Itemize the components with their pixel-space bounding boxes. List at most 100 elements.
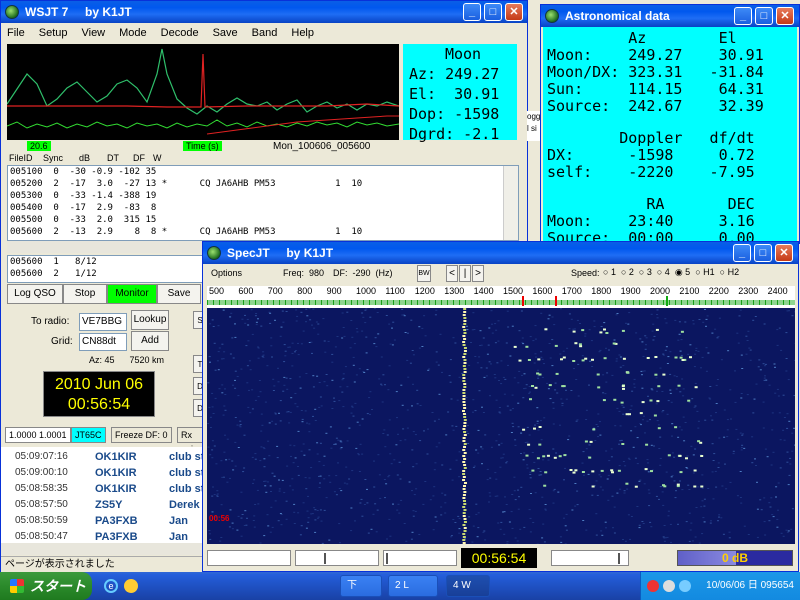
- speed-label: Speed:: [571, 268, 600, 278]
- right-button[interactable]: >: [472, 265, 484, 282]
- log-row[interactable]: 05:08:50:47 PA3FXB Jan: [1, 531, 207, 543]
- slider-4[interactable]: [551, 550, 629, 566]
- log-note: Derek: [169, 499, 200, 511]
- log-row[interactable]: 05:09:07:16 OK1KIR club st: [1, 451, 207, 467]
- scale-marker: [666, 296, 668, 306]
- speed-radio-2[interactable]: ○ 2: [621, 267, 634, 278]
- grid-input[interactable]: CN88dt: [79, 333, 127, 351]
- decode-header: FileID Sync dB DT DF W: [9, 153, 209, 165]
- scale-label: 2000: [650, 286, 671, 296]
- ie-quicklaunch-icon[interactable]: e: [104, 579, 118, 593]
- center-button[interactable]: |: [459, 265, 471, 282]
- decode-line[interactable]: 005200 2 -17 3.0 -27 13 * CQ JA6AHB PM53…: [10, 178, 518, 190]
- db-meter: 0 dB: [677, 550, 793, 566]
- specjt-toolbar: Options Freq: 980 DF: -290 (Hz) BW < | >…: [203, 264, 798, 284]
- header-df: DF: [133, 153, 145, 163]
- messenger-quicklaunch-icon[interactable]: [124, 579, 138, 593]
- decode-line[interactable]: 005500 0 -33 2.0 315 15: [10, 214, 518, 226]
- stop-button[interactable]: Stop: [63, 284, 107, 304]
- taskbar-item-1[interactable]: 下: [340, 575, 382, 597]
- menu-file[interactable]: File: [7, 27, 25, 39]
- monitor-button[interactable]: Monitor: [107, 284, 157, 304]
- close-icon[interactable]: ✕: [775, 244, 793, 262]
- menu-mode[interactable]: Mode: [119, 27, 147, 39]
- log-row[interactable]: 05:08:58:35 OK1KIR club st: [1, 483, 207, 499]
- minimize-icon[interactable]: _: [463, 3, 481, 21]
- taskbar-item-2[interactable]: 2 L: [388, 575, 438, 597]
- astro-titlebar[interactable]: Astronomical data _ □ ✕: [541, 5, 799, 27]
- speed-radio-4[interactable]: ○ 4: [657, 267, 670, 278]
- tray-icon[interactable]: [647, 580, 659, 592]
- log-qso-button[interactable]: Log QSO: [7, 284, 63, 304]
- scale-label: 2400: [767, 286, 788, 296]
- speed-radio-h2[interactable]: ○ H2: [720, 267, 739, 278]
- decode-line[interactable]: 005300 0 -33 -1.4 -388 19: [10, 190, 518, 202]
- lookup-button[interactable]: Lookup: [131, 310, 169, 330]
- to-radio-input[interactable]: VE7BBG: [79, 313, 127, 331]
- scale-label: 900: [326, 286, 342, 296]
- bw-button[interactable]: BW: [417, 265, 431, 282]
- slider-3[interactable]: [383, 550, 457, 566]
- start-button[interactable]: スタート: [0, 572, 92, 600]
- log-note: Jan: [169, 515, 188, 527]
- speed-options: ○ 1 ○ 2 ○ 3 ○ 4 ◉ 5 ○ H1 ○ H2: [603, 267, 739, 278]
- taskbar-item-3[interactable]: 4 W: [446, 575, 490, 597]
- maximize-icon[interactable]: □: [754, 244, 772, 262]
- minimize-icon[interactable]: _: [734, 7, 752, 25]
- speed-radio-3[interactable]: ○ 3: [639, 267, 652, 278]
- menu-setup[interactable]: Setup: [39, 27, 68, 39]
- menu-view[interactable]: View: [81, 27, 105, 39]
- specjt-titlebar[interactable]: SpecJT by K1JT _ □ ✕: [203, 242, 798, 264]
- start-label: スタート: [30, 578, 86, 594]
- average-list[interactable]: 005600 1 8/12 005600 2 1/12: [7, 255, 203, 283]
- browser-statusbar: ページが表示されました: [1, 556, 207, 572]
- minimize-icon[interactable]: _: [733, 244, 751, 262]
- wsjt-titlebar[interactable]: WSJT 7 by K1JT _ □ ✕: [1, 1, 527, 23]
- clock-time: 00:56:54: [67, 396, 131, 413]
- decode-line[interactable]: 005400 0 -17 2.9 -83 8: [10, 202, 518, 214]
- log-row[interactable]: 05:08:57:50 ZS5Y Derek: [1, 499, 207, 515]
- log-call[interactable]: PA3FXB: [95, 515, 138, 527]
- scale-label: 2300: [738, 286, 759, 296]
- tray-icon[interactable]: [663, 580, 675, 592]
- add-button[interactable]: Add: [131, 331, 169, 351]
- close-icon[interactable]: ✕: [776, 7, 794, 25]
- tray-icon[interactable]: [679, 580, 691, 592]
- menu-help[interactable]: Help: [291, 27, 314, 39]
- log-call[interactable]: OK1KIR: [95, 467, 137, 479]
- maximize-icon[interactable]: □: [484, 3, 502, 21]
- log-call[interactable]: ZS5Y: [95, 499, 123, 511]
- scale-label: 700: [267, 286, 283, 296]
- options-menu[interactable]: Options: [211, 268, 242, 278]
- log-row[interactable]: 05:09:00:10 OK1KIR club st: [1, 467, 207, 483]
- log-call[interactable]: OK1KIR: [95, 483, 137, 495]
- speed-radio-h1[interactable]: ○ H1: [695, 267, 714, 278]
- speed-radio-1[interactable]: ○ 1: [603, 267, 616, 278]
- slider-2[interactable]: [295, 550, 379, 566]
- decode-line[interactable]: 005100 0 -30 -0.9 -102 35: [10, 166, 518, 178]
- taskbar: スタート e 下 2 L 4 W 10/06/06 日 095654: [0, 572, 800, 600]
- slider-1[interactable]: [207, 550, 291, 566]
- log-row[interactable]: 05:08:50:59 PA3FXB Jan: [1, 515, 207, 531]
- moon-dgrd: Dgrd: -2.1: [409, 125, 500, 143]
- left-button[interactable]: <: [446, 265, 458, 282]
- log-hscroll[interactable]: [1, 543, 207, 555]
- decode-scrollbar[interactable]: [503, 166, 518, 240]
- save-button[interactable]: Save: [157, 284, 201, 304]
- speed-radio-5[interactable]: ◉ 5: [675, 267, 690, 278]
- log-time: 05:09:00:10: [15, 467, 68, 478]
- scale-label: 1200: [414, 286, 435, 296]
- menu-band[interactable]: Band: [252, 27, 278, 39]
- close-icon[interactable]: ✕: [505, 3, 523, 21]
- waterfall-noise: [207, 308, 795, 544]
- scale-label: 1400: [473, 286, 494, 296]
- decode-list[interactable]: 005100 0 -30 -0.9 -102 35 005200 2 -17 3…: [7, 165, 519, 241]
- waterfall-display[interactable]: 00:56: [207, 308, 795, 544]
- menu-decode[interactable]: Decode: [161, 27, 199, 39]
- log-time: 05:08:50:47: [15, 531, 68, 542]
- log-call[interactable]: OK1KIR: [95, 451, 137, 463]
- menu-save[interactable]: Save: [213, 27, 238, 39]
- maximize-icon[interactable]: □: [755, 7, 773, 25]
- decode-line[interactable]: 005600 2 -13 2.9 8 8 * CQ JA6AHB PM53 1 …: [10, 226, 518, 238]
- log-call[interactable]: PA3FXB: [95, 531, 138, 543]
